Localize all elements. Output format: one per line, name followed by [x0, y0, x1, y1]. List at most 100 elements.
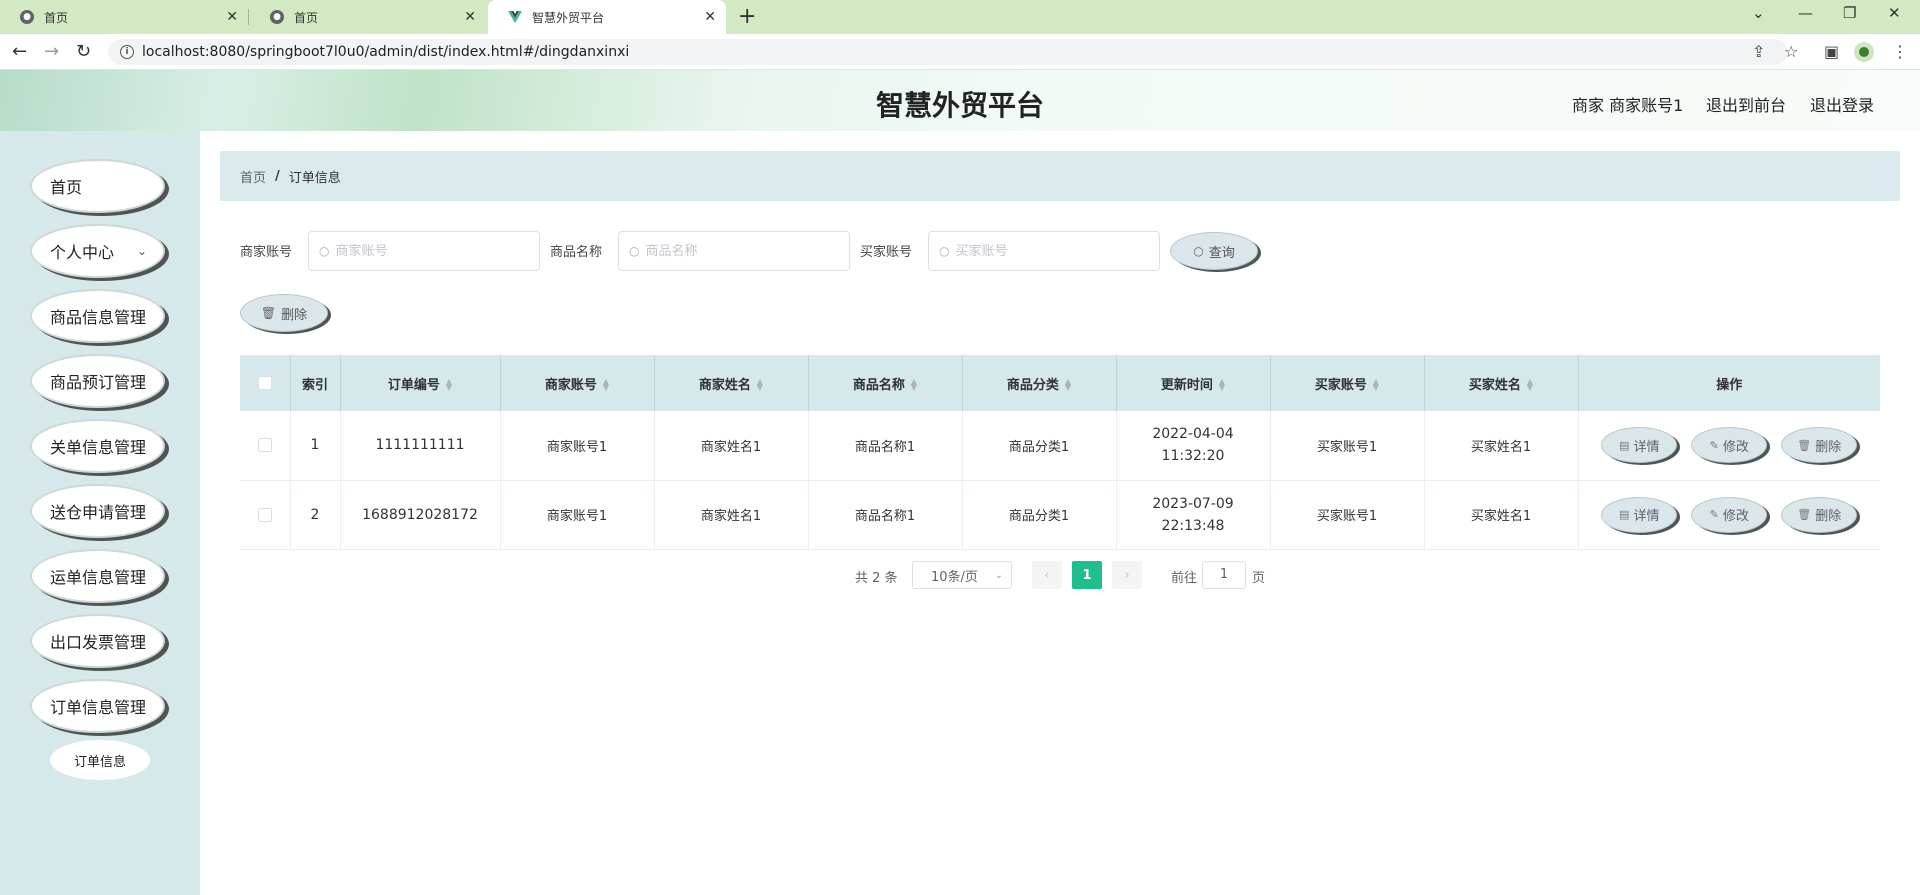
cell-product-category: 商品分类1 — [962, 480, 1117, 550]
product-name-input[interactable] — [645, 243, 826, 259]
sidebar-item-export-invoice[interactable]: 出口发票管理 — [30, 614, 165, 668]
merchant-account-input[interactable] — [335, 243, 516, 259]
next-page-button[interactable]: › — [1112, 561, 1142, 589]
close-icon[interactable]: ✕ — [704, 9, 716, 25]
product-name-field[interactable]: ○ — [618, 231, 850, 271]
cell-merchant-account: 商家账号1 — [500, 480, 655, 550]
detail-button[interactable]: ▤ 详情 — [1601, 496, 1678, 533]
edit-button[interactable]: ✎ 修改 — [1691, 427, 1768, 464]
cell-product-name: 商品名称1 — [808, 411, 963, 481]
trash-icon: 🗑 — [260, 306, 277, 320]
exit-to-front-link[interactable]: 退出到前台 — [1706, 92, 1786, 116]
forward-icon[interactable]: → — [44, 41, 59, 62]
batch-delete-button[interactable]: 🗑 删除 — [240, 294, 328, 332]
header-label: 商家姓名 — [698, 377, 751, 393]
prev-page-button[interactable]: ‹ — [1032, 561, 1062, 589]
back-icon[interactable]: ← — [12, 41, 27, 62]
window-close-icon[interactable]: ✕ — [1888, 4, 1901, 22]
minimize-icon[interactable]: — — [1798, 4, 1813, 22]
profile-avatar-icon[interactable] — [1854, 42, 1874, 62]
new-tab-icon[interactable]: + — [738, 4, 756, 29]
sidebar-item-label: 个人中心 — [50, 243, 115, 262]
reload-icon[interactable]: ↻ — [76, 41, 91, 62]
globe-icon: ● — [20, 10, 34, 24]
query-button[interactable]: ○ 查询 — [1170, 232, 1258, 270]
edit-pencil-icon: ✎ — [1709, 508, 1719, 521]
side-panel-icon[interactable]: ▣ — [1824, 42, 1839, 61]
header-update-time[interactable]: 更新时间 ▲ ▼ — [1116, 355, 1271, 411]
document-icon: ▤ — [1619, 508, 1630, 521]
sidebar-item-waybill-info[interactable]: 运单信息管理 — [30, 549, 165, 603]
sort-icon[interactable]: ▲ ▼ — [603, 378, 609, 392]
close-icon[interactable]: ✕ — [464, 9, 476, 25]
header-label: 商品名称 — [852, 377, 905, 393]
sort-icon[interactable]: ▲ ▼ — [757, 378, 763, 392]
merchant-account-field[interactable]: ○ — [308, 231, 540, 271]
sidebar-item-personal-center[interactable]: 个人中心 ⌄ — [30, 224, 165, 278]
app-header: 智慧外贸平台 商家 商家账号1 退出到前台 退出登录 — [0, 70, 1920, 131]
sidebar-item-home[interactable]: 首页 — [30, 159, 165, 213]
query-button-label: 查询 — [1208, 245, 1235, 261]
cell-merchant-name: 商家姓名1 — [654, 411, 809, 481]
cell-order-no: 1688912028172 — [340, 480, 501, 550]
search-icon: ○ — [319, 244, 330, 258]
restore-icon[interactable]: ❐ — [1843, 4, 1856, 22]
page-size-select[interactable]: 10条/页 ⌄ — [912, 561, 1012, 589]
buyer-account-label: 买家账号 — [860, 245, 913, 260]
sidebar-item-warehouse-request[interactable]: 送仓申请管理 — [30, 484, 165, 538]
row-checkbox[interactable] — [257, 438, 272, 453]
goto-page-input[interactable]: 1 — [1202, 561, 1246, 589]
sort-icon[interactable]: ▲ ▼ — [1373, 378, 1379, 392]
table-row: 1 1111111111 商家账号1 商家姓名1 商品名称1 商品分类1 202… — [240, 411, 1880, 481]
delete-button[interactable]: 🗑 删除 — [1781, 496, 1858, 533]
row-checkbox[interactable] — [257, 507, 272, 522]
select-all-checkbox[interactable] — [257, 376, 272, 390]
sidebar-item-order-info[interactable]: 订单信息管理 — [30, 679, 165, 733]
buyer-account-field[interactable]: ○ — [928, 231, 1160, 271]
header-label: 买家姓名 — [1468, 377, 1521, 393]
header-buyer-account[interactable]: 买家账号 ▲ ▼ — [1270, 355, 1425, 411]
select-all-header — [240, 355, 291, 411]
header-product-category[interactable]: 商品分类 ▲ ▼ — [962, 355, 1117, 411]
sort-icon[interactable]: ▲ ▼ — [911, 378, 917, 392]
sidebar-item-customs-info[interactable]: 关单信息管理 — [30, 419, 165, 473]
edit-pencil-icon: ✎ — [1709, 438, 1719, 452]
bookmark-star-icon[interactable]: ☆ — [1784, 42, 1798, 61]
sidebar-item-label: 出口发票管理 — [50, 633, 147, 652]
sidebar-item-product-info[interactable]: 商品信息管理 — [30, 289, 165, 343]
sidebar-item-label: 商品预订管理 — [50, 373, 147, 392]
sort-icon[interactable]: ▲ ▼ — [1219, 378, 1225, 392]
logout-link[interactable]: 退出登录 — [1810, 92, 1874, 116]
chevron-down-icon: ⌄ — [994, 569, 1003, 581]
edit-button[interactable]: ✎ 修改 — [1691, 496, 1768, 533]
header-buyer-name[interactable]: 买家姓名 ▲ ▼ — [1424, 355, 1579, 411]
sidebar-item-label: 订单信息管理 — [50, 698, 147, 717]
sort-icon[interactable]: ▲ ▼ — [1527, 378, 1533, 392]
browser-tab-1[interactable]: ● 首页 ✕ — [0, 0, 248, 34]
breadcrumb-current: 订单信息 — [288, 170, 341, 186]
sort-icon[interactable]: ▲ ▼ — [1065, 378, 1071, 392]
page-number-current[interactable]: 1 — [1072, 561, 1102, 589]
table-row: 2 1688912028172 商家账号1 商家姓名1 商品名称1 商品分类1 … — [240, 480, 1880, 550]
tab-search-icon[interactable]: ⌄ — [1752, 4, 1765, 22]
url-field[interactable]: i localhost:8080/springboot7l0u0/admin/d… — [108, 39, 1788, 65]
detail-label: 详情 — [1633, 439, 1660, 455]
info-icon[interactable]: i — [120, 45, 134, 59]
close-icon[interactable]: ✕ — [226, 9, 238, 25]
sort-icon[interactable]: ▲ ▼ — [446, 378, 452, 392]
breadcrumb-home[interactable]: 首页 — [240, 167, 266, 186]
sidebar-item-product-booking[interactable]: 商品预订管理 — [30, 354, 165, 408]
detail-button[interactable]: ▤ 详情 — [1601, 427, 1678, 464]
browser-tab-2[interactable]: ● 首页 ✕ — [250, 0, 486, 34]
header-merchant-name[interactable]: 商家姓名 ▲ ▼ — [654, 355, 809, 411]
cell-update-time: 2022-04-04 11:32:20 — [1116, 411, 1271, 481]
menu-kebab-icon[interactable]: ⋮ — [1892, 42, 1908, 61]
delete-button[interactable]: 🗑 删除 — [1781, 427, 1858, 464]
sidebar-subitem-order-info[interactable]: 订单信息 — [50, 740, 150, 780]
header-order-no[interactable]: 订单编号 ▲ ▼ — [340, 355, 501, 411]
header-product-name[interactable]: 商品名称 ▲ ▼ — [808, 355, 963, 411]
share-icon[interactable]: ⇪ — [1752, 42, 1765, 61]
buyer-account-input[interactable] — [955, 243, 1136, 259]
browser-tab-3[interactable]: 智慧外贸平台 ✕ — [488, 0, 726, 34]
header-merchant-account[interactable]: 商家账号 ▲ ▼ — [500, 355, 655, 411]
